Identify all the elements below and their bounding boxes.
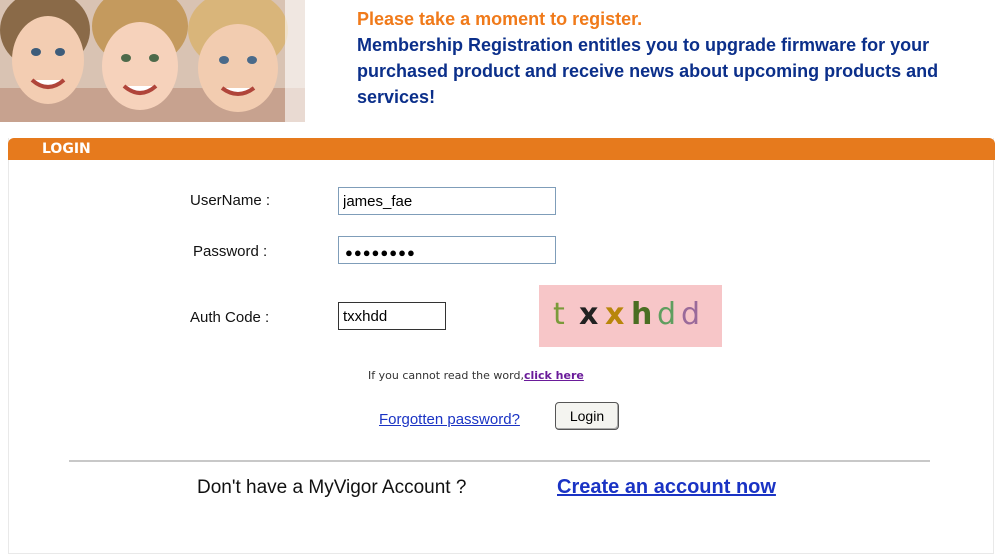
divider — [69, 460, 930, 462]
captcha-char: x — [605, 297, 625, 332]
intro-text: Please take a moment to register. Member… — [357, 6, 987, 110]
registration-page: Please take a moment to register. Member… — [0, 0, 995, 554]
captcha-char: h — [631, 297, 653, 332]
header-photo — [0, 0, 305, 122]
captcha-hint-text: If you cannot read the word, — [368, 369, 524, 382]
forgot-password-link[interactable]: Forgotten password? — [379, 411, 520, 428]
captcha-char: x — [579, 297, 599, 332]
login-button[interactable]: Login — [555, 402, 619, 430]
authcode-label: Auth Code : — [190, 309, 270, 326]
password-input[interactable] — [338, 236, 556, 264]
intro-heading: Please take a moment to register. — [357, 9, 643, 29]
authcode-input[interactable] — [338, 302, 446, 330]
captcha-image: t x x h d d — [539, 285, 722, 347]
captcha-hint: If you cannot read the word,click here — [368, 369, 584, 382]
username-label: UserName : — [190, 192, 271, 209]
captcha-refresh-link[interactable]: click here — [524, 369, 584, 382]
password-label: Password : — [193, 243, 268, 260]
login-panel-header: LOGIN — [8, 138, 995, 160]
create-account-link[interactable]: Create an account now — [557, 476, 776, 499]
username-input[interactable] — [338, 187, 556, 215]
captcha-char: d — [681, 297, 701, 332]
captcha-char: t — [553, 297, 565, 332]
no-account-text: Don't have a MyVigor Account ? — [197, 477, 467, 498]
children-image — [0, 0, 305, 122]
captcha-char: d — [657, 297, 677, 332]
intro-description: Membership Registration entitles you to … — [357, 35, 939, 107]
login-panel-title: LOGIN — [42, 141, 91, 157]
